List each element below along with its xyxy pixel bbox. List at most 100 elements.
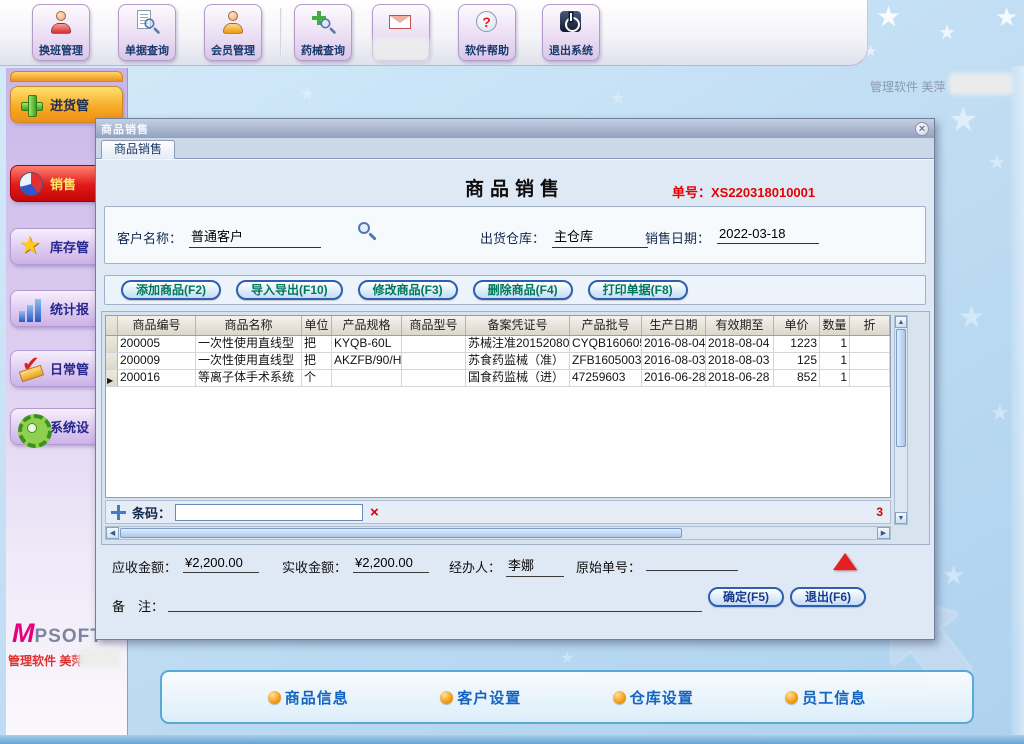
table-cell: 200005	[118, 336, 196, 352]
handler-field[interactable]: 李娜	[506, 555, 564, 577]
censored-region	[375, 41, 427, 59]
v-scrollbar[interactable]	[894, 315, 908, 525]
barcode-bar: 条码： 3	[105, 500, 891, 524]
warehouse-label: 出货仓库：	[480, 231, 546, 246]
table-cell: 个	[302, 370, 332, 386]
orange-dot-icon	[440, 690, 454, 704]
footer-link-customer-settings[interactable]: 客户设置	[440, 687, 521, 708]
medicine-search-icon	[310, 9, 337, 35]
table-cell: 一次性使用直线型	[196, 336, 302, 352]
h-scrollbar-thumb[interactable]	[120, 528, 682, 538]
mail-icon	[388, 9, 414, 35]
warehouse-field[interactable]: 主仓库	[552, 226, 648, 248]
table-cell	[850, 370, 890, 386]
table-cell: AKZFB/90/H	[334, 353, 402, 369]
red-arrow-icon[interactable]	[833, 553, 857, 570]
remark-label: 备 注：	[112, 599, 165, 614]
censored-region	[80, 650, 118, 665]
table-cell: 苏械注准20152080	[468, 336, 570, 352]
toolbar-button-member-management[interactable]: 会员管理	[204, 4, 262, 61]
top-right-brand: 管理软件 美萍	[870, 80, 946, 94]
received-value: ¥2,200.00	[353, 555, 429, 573]
table-cell: 1223	[774, 336, 820, 352]
order-label: 单号：	[672, 185, 712, 200]
original-order-field[interactable]	[646, 555, 738, 571]
close-icon[interactable]	[915, 121, 929, 136]
import-export-button[interactable]: 导入导出(F10)	[236, 280, 343, 300]
table-cell: 2018-08-04	[706, 336, 774, 352]
star-decoration	[995, 2, 1018, 33]
table-cell: 把	[302, 353, 332, 369]
column-header: 产品规格	[332, 316, 402, 335]
table-cell: 125	[774, 353, 820, 369]
table-row-selected[interactable]: 200016 等离子体手术系统 个 国食药监械（进） 47259603 2016…	[106, 370, 890, 387]
application-window: 换班管理 单据查询 会员管理 药械查询 软件帮助 退出系统 管理软件 美萍	[0, 0, 1024, 744]
footer-link-staff-info[interactable]: 员工信息	[785, 687, 866, 708]
column-header: 单位	[302, 316, 332, 335]
tab-sales[interactable]: 商品销售	[101, 140, 176, 159]
document-search-icon	[134, 9, 161, 35]
clear-icon[interactable]	[370, 505, 379, 520]
toolbar-button-medicine-query[interactable]: 药械查询	[294, 4, 352, 61]
column-header: 折	[850, 316, 890, 335]
print-button[interactable]: 打印单据(F8)	[587, 280, 688, 300]
table-header: 商品编号 商品名称 单位 产品规格 商品型号 备案凭证号 产品批号 生产日期 有…	[106, 316, 890, 336]
toolbar-button-shift-management[interactable]: 换班管理	[32, 4, 90, 61]
mpsoft-logo: MPSOFT	[12, 618, 103, 648]
receivable-label: 应收金额：	[112, 560, 178, 575]
scroll-left-icon[interactable]	[106, 527, 119, 539]
order-value: XS220318010001	[711, 185, 816, 200]
toolbar-button-label: 会员管理	[211, 45, 255, 57]
window-bottom-edge	[0, 735, 1024, 744]
dialog-title: 商品销售	[101, 123, 149, 136]
footer-link-goods-info[interactable]: 商品信息	[267, 687, 349, 708]
scroll-down-icon[interactable]	[895, 512, 907, 524]
customer-search-icon[interactable]	[357, 221, 377, 241]
check-icon	[18, 352, 44, 382]
form-panel: 客户名称： 普通客户 出货仓库： 主仓库 销售日期： 2022-03-18	[104, 206, 926, 264]
dialog-titlebar[interactable]: 商品销售	[96, 119, 934, 138]
barcode-input[interactable]	[175, 503, 364, 521]
footer-link-warehouse-settings[interactable]: 仓库设置	[612, 687, 694, 708]
exit-button[interactable]: 退出(F6)	[790, 587, 866, 607]
star-decoration	[938, 20, 956, 45]
column-header: 生产日期	[642, 316, 706, 335]
toolbar-button-label: 退出系统	[549, 45, 593, 57]
move-handle-icon[interactable]	[111, 504, 126, 520]
table-cell	[402, 370, 466, 386]
star-decoration	[958, 300, 985, 335]
toolbar-button-exit[interactable]: 退出系统	[542, 4, 600, 61]
add-item-button[interactable]: 添加商品(F2)	[121, 280, 221, 300]
edit-item-button[interactable]: 修改商品(F3)	[357, 280, 458, 300]
scroll-right-icon[interactable]	[877, 527, 890, 539]
table-row[interactable]: 200005 一次性使用直线型 把 KYQB-60L 苏械注准20152080 …	[106, 336, 890, 353]
table-cell: 一次性使用直线型	[196, 353, 302, 369]
table-cell: 苏食药监械（准）	[466, 353, 570, 369]
h-scrollbar[interactable]	[105, 526, 891, 540]
table-cell: 200016	[118, 370, 196, 386]
v-scrollbar-thumb[interactable]	[896, 329, 906, 447]
table-cell: 2018-06-28	[706, 370, 774, 386]
toolbar-button-label: 药械查询	[301, 45, 345, 57]
toolbar-button-censored[interactable]	[372, 4, 430, 61]
table-cell: 1	[820, 353, 850, 369]
scroll-up-icon[interactable]	[895, 316, 907, 328]
customer-name-field[interactable]: 普通客户	[189, 226, 321, 248]
sale-date-field[interactable]: 2022-03-18	[717, 226, 819, 244]
toolbar-button-label: 单据查询	[125, 45, 169, 57]
table-row[interactable]: 200009 一次性使用直线型 把 AKZFB/90/H 苏食药监械（准） ZF…	[106, 353, 890, 370]
window-right-edge	[1011, 66, 1024, 736]
confirm-button[interactable]: 确定(F5)	[708, 587, 784, 607]
table-cell: KYQB-60L	[332, 336, 402, 352]
sidebar-top-bar[interactable]	[10, 71, 123, 82]
table-cell: 1	[820, 336, 850, 352]
column-header: 产品批号	[570, 316, 642, 335]
remark-field[interactable]	[168, 596, 702, 612]
received-label: 实收金额：	[282, 560, 348, 575]
censored-region	[952, 76, 1010, 92]
toolbar-button-help[interactable]: 软件帮助	[458, 4, 516, 61]
table-cell	[850, 336, 890, 352]
delete-item-button[interactable]: 删除商品(F4)	[472, 280, 573, 300]
toolbar-button-document-query[interactable]: 单据查询	[118, 4, 176, 61]
power-icon	[558, 9, 584, 35]
